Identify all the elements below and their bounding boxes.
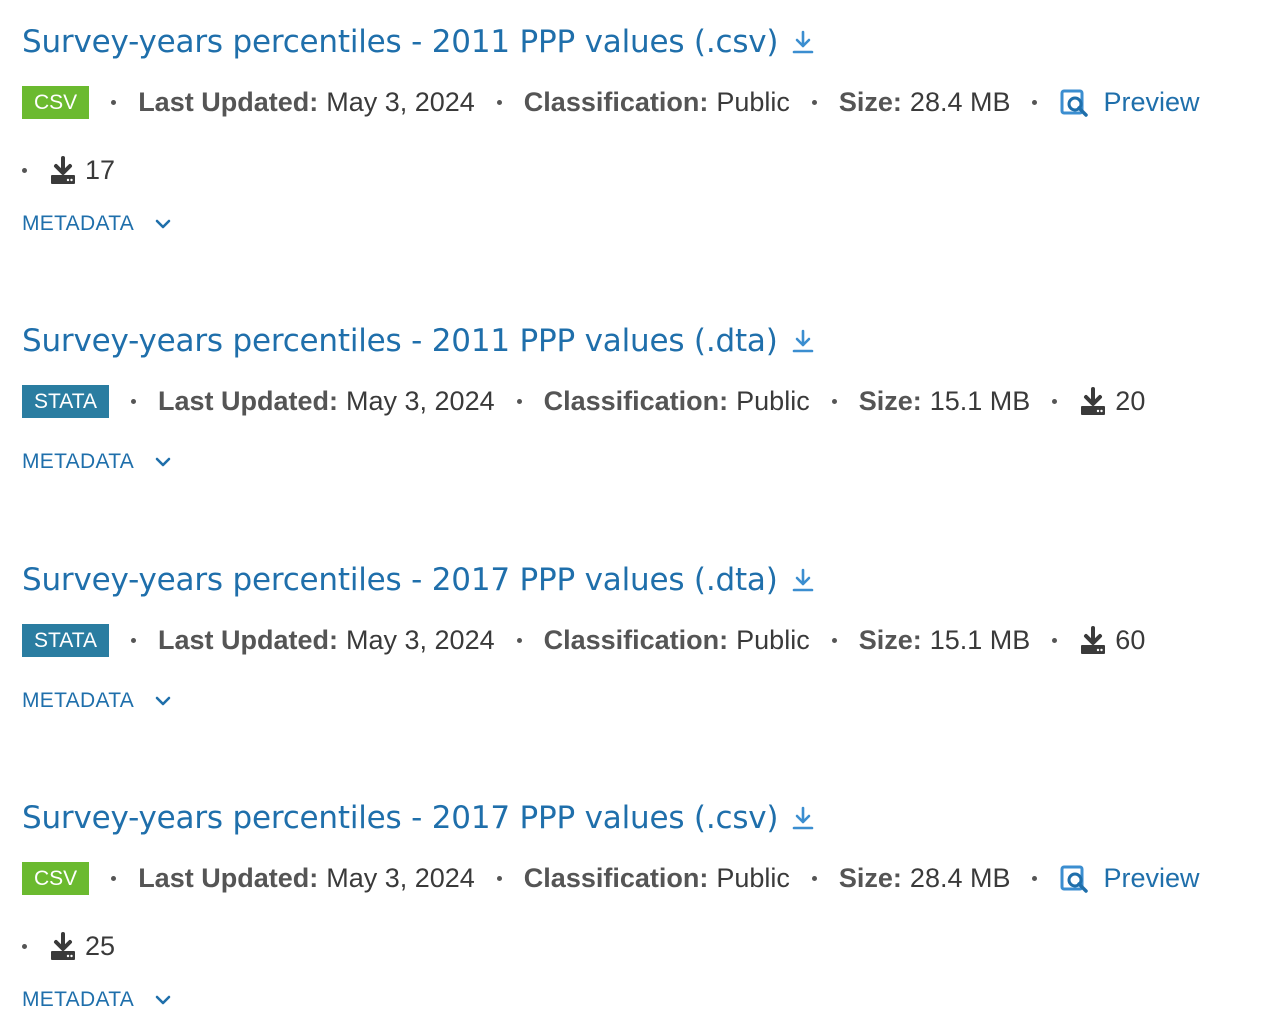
separator-dot	[831, 638, 837, 643]
metadata-toggle[interactable]: METADATA	[22, 689, 172, 713]
download-count: 60	[1079, 625, 1145, 656]
preview-label: Preview	[1103, 863, 1200, 893]
download-count-value: 25	[85, 931, 116, 961]
classification-label: Classification:	[523, 863, 709, 893]
last-updated-value: May 3, 2024	[346, 386, 495, 416]
separator-dot	[22, 168, 27, 173]
download-arrow-icon[interactable]	[792, 567, 814, 593]
separator-dot	[516, 399, 522, 404]
last-updated-label: Last Updated:	[138, 863, 319, 893]
chevron-down-icon	[155, 219, 171, 229]
resource-title-link[interactable]: Survey-years percentiles - 2011 PPP valu…	[22, 24, 779, 60]
resource-title-link[interactable]: Survey-years percentiles - 2017 PPP valu…	[22, 562, 778, 598]
separator-dot	[1052, 399, 1058, 404]
last-updated-value: May 3, 2024	[326, 87, 475, 117]
classification-label: Classification:	[543, 625, 729, 655]
chevron-down-icon	[155, 995, 171, 1005]
classification-value: Public	[716, 87, 790, 117]
download-tray-icon	[1081, 386, 1106, 415]
metadata-label: METADATA	[22, 689, 135, 712]
last-updated-label: Last Updated:	[158, 386, 339, 416]
metadata-label: METADATA	[22, 450, 135, 473]
download-count: 25	[49, 931, 115, 962]
preview-button[interactable]: Preview	[1059, 863, 1200, 894]
classification-value: Public	[736, 386, 810, 416]
classification-label: Classification:	[523, 87, 709, 117]
last-updated-value: May 3, 2024	[346, 625, 495, 655]
separator-dot	[1032, 100, 1038, 105]
resource-title-link[interactable]: Survey-years percentiles - 2017 PPP valu…	[22, 800, 779, 836]
size-label: Size:	[838, 87, 902, 117]
separator-dot	[496, 876, 502, 881]
size-value: 28.4 MB	[909, 87, 1011, 117]
resource-title-link[interactable]: Survey-years percentiles - 2011 PPP valu…	[22, 323, 778, 359]
size-label: Size:	[838, 863, 902, 893]
size-label: Size:	[858, 625, 922, 655]
separator-dot	[516, 638, 522, 643]
format-badge: CSV	[22, 86, 90, 119]
format-badge: STATA	[22, 385, 109, 418]
preview-button[interactable]: Preview	[1059, 87, 1200, 118]
separator-dot	[131, 638, 136, 643]
preview-label: Preview	[1103, 87, 1200, 117]
download-tray-icon	[1081, 625, 1106, 654]
separator-dot	[811, 876, 817, 881]
chevron-down-icon	[155, 696, 171, 706]
download-tray-icon	[51, 931, 75, 960]
metadata-toggle[interactable]: METADATA	[22, 212, 172, 236]
download-tray-icon	[51, 155, 75, 184]
separator-dot	[111, 876, 117, 881]
separator-dot	[22, 944, 27, 949]
download-count: 17	[49, 155, 115, 186]
size-value: 15.1 MB	[929, 386, 1031, 416]
separator-dot	[1052, 638, 1058, 643]
separator-dot	[496, 100, 502, 105]
download-count-value: 20	[1115, 386, 1146, 416]
size-value: 15.1 MB	[929, 625, 1031, 655]
separator-dot	[811, 100, 817, 105]
last-updated-label: Last Updated:	[158, 625, 339, 655]
metadata-label: METADATA	[22, 212, 135, 235]
separator-dot	[131, 399, 136, 404]
preview-magnifier-icon	[1060, 865, 1089, 893]
classification-label: Classification:	[543, 386, 729, 416]
metadata-toggle[interactable]: METADATA	[22, 988, 172, 1012]
download-arrow-icon[interactable]	[792, 805, 814, 831]
download-arrow-icon[interactable]	[792, 328, 814, 354]
classification-value: Public	[716, 863, 790, 893]
chevron-down-icon	[155, 457, 171, 467]
separator-dot	[831, 399, 837, 404]
last-updated-label: Last Updated:	[138, 87, 319, 117]
last-updated-value: May 3, 2024	[326, 863, 475, 893]
download-count-value: 60	[1115, 625, 1146, 655]
preview-magnifier-icon	[1060, 89, 1089, 117]
download-count: 20	[1079, 386, 1145, 417]
size-value: 28.4 MB	[909, 863, 1011, 893]
metadata-toggle[interactable]: METADATA	[22, 450, 172, 474]
format-badge: STATA	[22, 624, 109, 657]
format-badge: CSV	[22, 862, 90, 895]
size-label: Size:	[858, 386, 922, 416]
metadata-label: METADATA	[22, 988, 135, 1011]
separator-dot	[1032, 876, 1038, 881]
separator-dot	[111, 100, 117, 105]
classification-value: Public	[736, 625, 810, 655]
download-count-value: 17	[85, 155, 116, 185]
download-arrow-icon[interactable]	[792, 29, 814, 55]
